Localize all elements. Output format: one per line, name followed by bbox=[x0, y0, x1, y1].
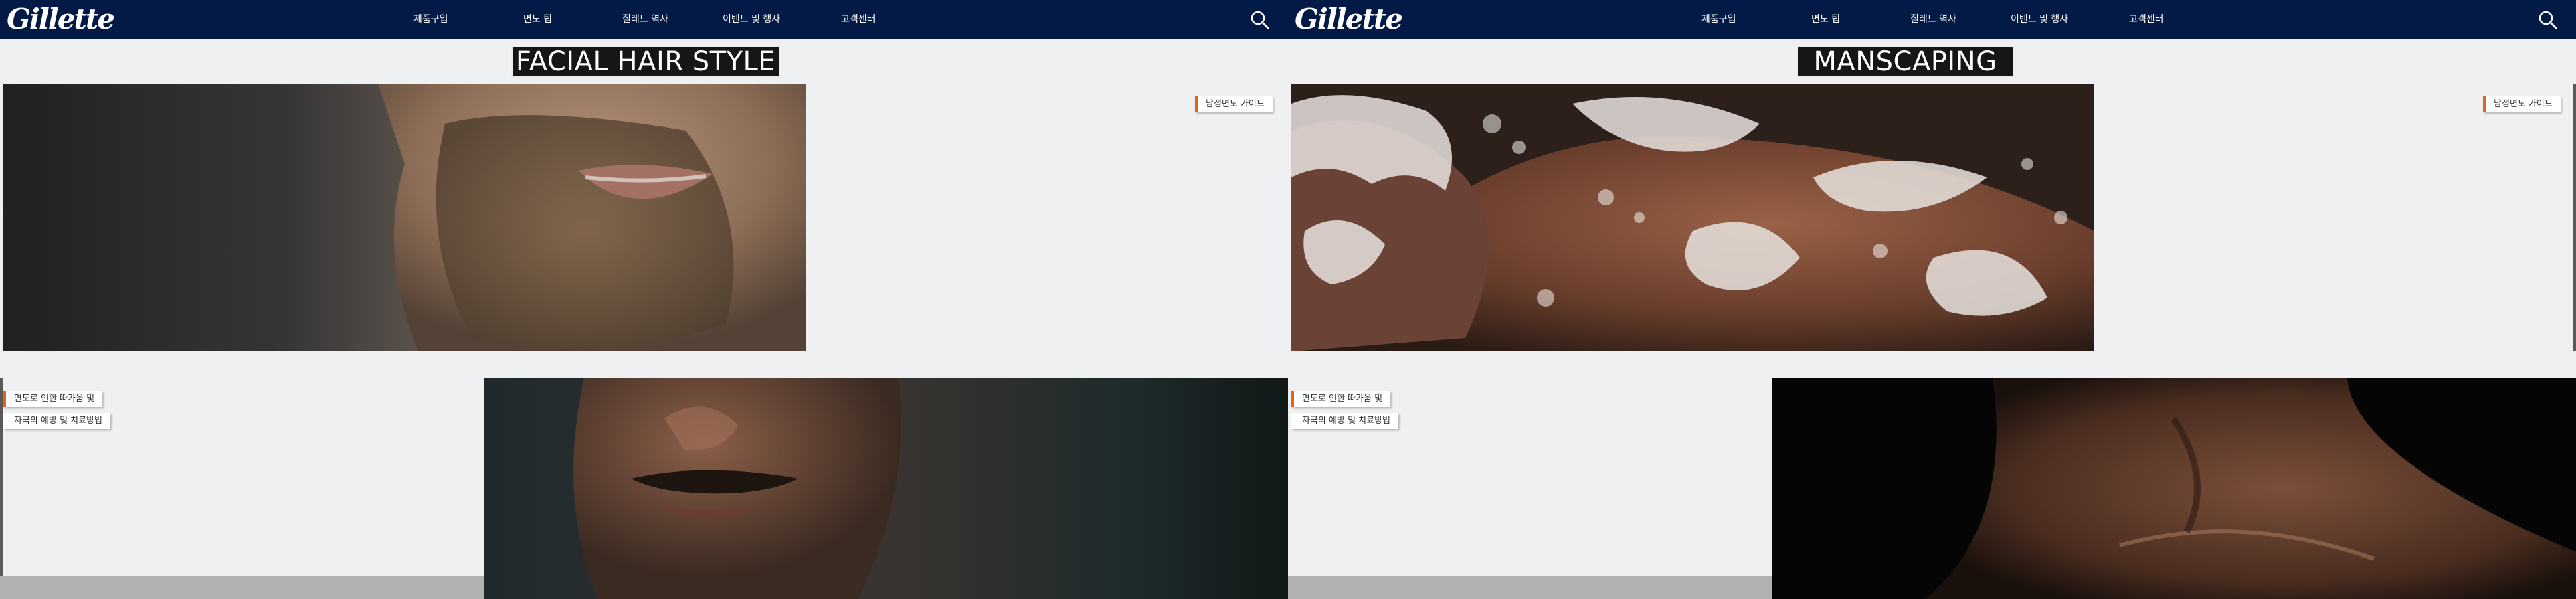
top-navigation: Gillette 제품구입 면도 팁 질레트 역사 이벤트 및 행사 고객센터 bbox=[1288, 0, 2576, 39]
nav-item-events[interactable]: 이벤트 및 행사 bbox=[2011, 0, 2068, 39]
nav-item-customer-center[interactable]: 고객센터 bbox=[841, 0, 876, 39]
hero-image-beard[interactable] bbox=[3, 84, 806, 351]
nav-item-history[interactable]: 질레트 역사 bbox=[622, 0, 668, 39]
scroll-edge bbox=[0, 378, 3, 599]
nav-item-customer-center[interactable]: 고객센터 bbox=[2129, 0, 2164, 39]
gray-band bbox=[0, 576, 484, 599]
tag-shaving-guide[interactable]: 남성면도 가이드 bbox=[2483, 96, 2561, 112]
tag-irritation-1[interactable]: 면도로 인한 따가움 및 bbox=[3, 391, 103, 407]
nav-item-history[interactable]: 질레트 역사 bbox=[1910, 0, 1956, 39]
tag-irritation-2[interactable]: 자극의 예방 및 치료방법 bbox=[1291, 413, 1398, 429]
page-panel-facial-hair: Gillette 제품구입 면도 팁 질레트 역사 이벤트 및 행사 고객센터 … bbox=[0, 0, 1288, 599]
tag-irritation-1[interactable]: 면도로 인한 따가움 및 bbox=[1291, 391, 1391, 407]
search-icon[interactable] bbox=[1249, 9, 1271, 31]
page-panel-manscaping: Gillette 제품구입 면도 팁 질레트 역사 이벤트 및 행사 고객센터 … bbox=[1288, 0, 2576, 599]
nav-item-buy[interactable]: 제품구입 bbox=[413, 0, 448, 39]
search-icon[interactable] bbox=[2537, 9, 2559, 31]
gillette-logo[interactable]: Gillette bbox=[1295, 3, 1403, 36]
tag-irritation-2[interactable]: 자극의 예방 및 치료방법 bbox=[3, 413, 110, 429]
gillette-logo[interactable]: Gillette bbox=[7, 3, 115, 36]
hero-image-moustache[interactable] bbox=[484, 378, 1288, 599]
nav-item-shaving-tips[interactable]: 면도 팁 bbox=[523, 0, 552, 39]
page-title: MANSCAPING bbox=[1797, 46, 2014, 78]
scroll-edge bbox=[2573, 84, 2576, 351]
nav-item-shaving-tips[interactable]: 면도 팁 bbox=[1811, 0, 1840, 39]
gray-band bbox=[1288, 576, 1772, 599]
hero-image-soap-shoulder[interactable] bbox=[1291, 84, 2094, 351]
page-title: FACIAL HAIR STYLE bbox=[511, 46, 780, 78]
hero-image-neck[interactable] bbox=[1772, 378, 2576, 599]
nav-item-buy[interactable]: 제품구입 bbox=[1701, 0, 1736, 39]
nav-item-events[interactable]: 이벤트 및 행사 bbox=[723, 0, 780, 39]
tag-shaving-guide[interactable]: 남성면도 가이드 bbox=[1195, 96, 1273, 112]
top-navigation: Gillette 제품구입 면도 팁 질레트 역사 이벤트 및 행사 고객센터 bbox=[0, 0, 1288, 39]
